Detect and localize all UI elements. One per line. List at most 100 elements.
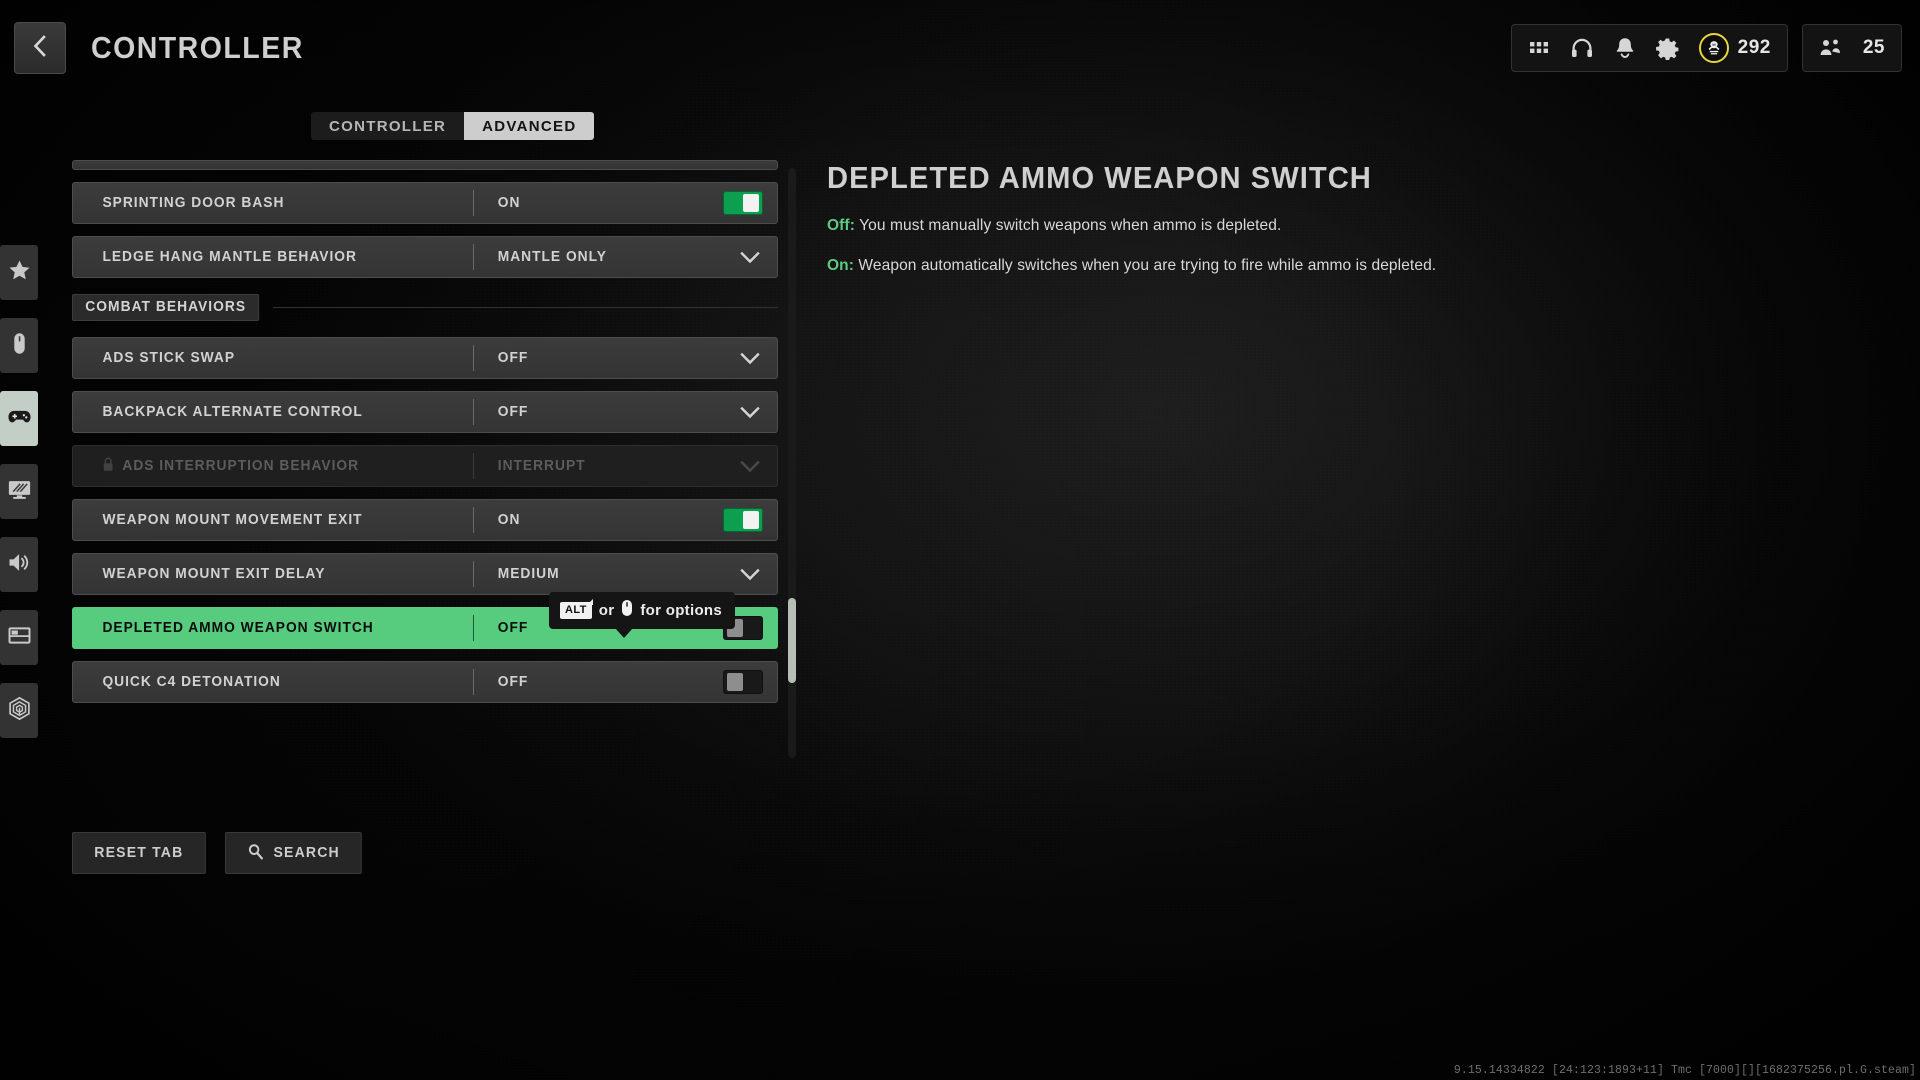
setting-row-ads-stick-swap[interactable]: ADS STICK SWAP OFF <box>72 337 778 379</box>
detail-off-paragraph: Off: You must manually switch weapons wh… <box>827 214 1700 237</box>
grid-apps-icon[interactable] <box>1528 37 1550 59</box>
chevron-down-icon[interactable] <box>737 345 763 371</box>
bell-notifications-icon[interactable] <box>1614 36 1636 60</box>
setting-label: WEAPON MOUNT EXIT DELAY <box>102 566 326 582</box>
chevron-left-icon <box>30 34 50 63</box>
setting-value: INTERRUPT <box>497 458 586 474</box>
players-group-icon <box>1819 37 1843 59</box>
setting-control[interactable] <box>737 561 763 587</box>
chevron-down-icon[interactable] <box>737 244 763 270</box>
toggle-knob <box>743 511 759 529</box>
scrollbar-thumb[interactable] <box>788 598 796 683</box>
setting-label: QUICK C4 DETONATION <box>102 674 281 690</box>
tab-controller[interactable]: CONTROLLER <box>311 112 465 140</box>
reset-tab-button[interactable]: RESET TAB <box>72 832 206 874</box>
setting-control[interactable] <box>737 399 763 425</box>
detail-on-text: Weapon automatically switches when you a… <box>854 257 1437 275</box>
table-row-clipped[interactable] <box>72 160 778 170</box>
detail-title: DEPLETED AMMO WEAPON SWITCH <box>827 160 1372 195</box>
battle-pass-coin-icon <box>1698 33 1729 63</box>
alt-keycap: ALT <box>560 601 592 619</box>
setting-value: MEDIUM <box>497 566 560 582</box>
section-rule <box>273 307 778 308</box>
sidebar-item-controller[interactable] <box>0 391 38 446</box>
detail-off-key: Off: <box>827 217 855 234</box>
toggle-knob <box>743 194 759 212</box>
headphones-icon[interactable] <box>1570 36 1594 60</box>
layout-panels-icon <box>7 623 32 653</box>
toggle-switch-on[interactable] <box>723 508 763 532</box>
monitor-icon <box>7 477 32 507</box>
setting-label: DEPLETED AMMO WEAPON SWITCH <box>102 620 374 636</box>
sidebar-item-favorites[interactable] <box>0 245 38 300</box>
currency-amount: 292 <box>1737 37 1771 58</box>
tab-advanced[interactable]: ADVANCED <box>464 112 595 140</box>
sidebar-item-mouse-keyboard[interactable] <box>0 318 38 373</box>
detail-on-key: On: <box>827 257 855 275</box>
setting-value: OFF <box>497 674 529 690</box>
lock-icon <box>102 457 113 476</box>
sidebar-item-graphics[interactable] <box>0 464 38 519</box>
setting-value: MANTLE ONLY <box>497 249 607 265</box>
detail-on-paragraph: On: Weapon automatically switches when y… <box>827 254 1700 277</box>
setting-control[interactable] <box>737 345 763 371</box>
gear-settings-icon[interactable] <box>1655 37 1679 60</box>
gamepad-icon <box>7 404 32 434</box>
toggle-switch-on[interactable] <box>723 191 763 215</box>
section-header-combat-behaviors: COMBAT BEHAVIORS <box>72 294 778 321</box>
setting-control[interactable] <box>723 191 763 215</box>
footer-buttons: RESET TAB SEARCH <box>72 832 366 874</box>
setting-control[interactable] <box>723 508 763 532</box>
setting-row-sprinting-door-bash[interactable]: SPRINTING DOOR BASH ON <box>72 182 778 224</box>
setting-control[interactable] <box>737 244 763 270</box>
setting-label-wrap: ADS INTERRUPTION BEHAVIOR <box>73 457 453 476</box>
setting-value: OFF <box>497 404 529 420</box>
setting-row-backpack-alternate-control[interactable]: BACKPACK ALTERNATE CONTROL OFF <box>72 391 778 433</box>
setting-row-ads-interruption-behavior: ADS INTERRUPTION BEHAVIOR INTERRUPT <box>72 445 778 487</box>
top-right-controls: 292 25 <box>1510 24 1902 72</box>
detail-off-text: You must manually switch weapons when am… <box>854 217 1282 234</box>
tooltip-suffix: for options <box>640 601 723 619</box>
setting-label: BACKPACK ALTERNATE CONTROL <box>102 404 363 420</box>
setting-value: OFF <box>497 350 529 366</box>
setting-row-quick-c4-detonation[interactable]: QUICK C4 DETONATION OFF <box>72 661 778 703</box>
sidebar-item-account[interactable] <box>0 683 38 738</box>
back-button[interactable] <box>14 22 66 74</box>
setting-row-weapon-mount-exit-delay[interactable]: WEAPON MOUNT EXIT DELAY MEDIUM <box>72 553 778 595</box>
top-bar: CONTROLLER 292 25 <box>0 0 1920 96</box>
toggle-switch-off[interactable] <box>723 670 763 694</box>
options-tooltip: ALT or for options <box>549 592 736 638</box>
setting-control <box>737 453 763 479</box>
setting-row-weapon-mount-movement-exit[interactable]: WEAPON MOUNT MOVEMENT EXIT ON <box>72 499 778 541</box>
setting-label: ADS STICK SWAP <box>102 350 236 366</box>
page-title: CONTROLLER <box>91 30 304 65</box>
mouse-icon <box>7 331 32 361</box>
settings-tabs: CONTROLLER ADVANCED <box>311 112 595 140</box>
search-icon <box>247 843 263 864</box>
setting-label: WEAPON MOUNT MOVEMENT EXIT <box>102 512 363 528</box>
setting-row-ledge-hang-mantle-behavior[interactable]: LEDGE HANG MANTLE BEHAVIOR MANTLE ONLY <box>72 236 778 278</box>
section-title: COMBAT BEHAVIORS <box>72 294 260 321</box>
setting-control[interactable] <box>723 670 763 694</box>
setting-value: ON <box>497 512 521 528</box>
speaker-icon <box>7 550 32 580</box>
detail-panel: DEPLETED AMMO WEAPON SWITCH Off: You mus… <box>827 160 1727 294</box>
sidebar-item-audio[interactable] <box>0 537 38 592</box>
currency-display[interactable]: 292 <box>1698 33 1771 63</box>
search-button[interactable]: SEARCH <box>224 832 363 874</box>
tooltip-conjunction: or <box>598 601 615 619</box>
network-hexagon-icon <box>7 696 32 726</box>
party-pill[interactable]: 25 <box>1801 24 1902 72</box>
toggle-knob <box>727 673 743 691</box>
chevron-down-icon[interactable] <box>737 561 763 587</box>
top-icon-pill: 292 <box>1510 24 1788 72</box>
sidebar-item-interface[interactable] <box>0 610 38 665</box>
search-label: SEARCH <box>273 845 340 861</box>
build-version-string: 9.15.14334822 [24:123:1893+11] Tmc [7000… <box>1453 1064 1916 1077</box>
party-count: 25 <box>1862 37 1885 58</box>
tooltip-arrow <box>615 628 633 638</box>
setting-label: ADS INTERRUPTION BEHAVIOR <box>122 458 360 474</box>
settings-list: SPRINTING DOOR BASH ON LEDGE HANG MANTLE… <box>72 160 778 766</box>
chevron-down-icon[interactable] <box>737 399 763 425</box>
star-icon <box>7 258 32 288</box>
